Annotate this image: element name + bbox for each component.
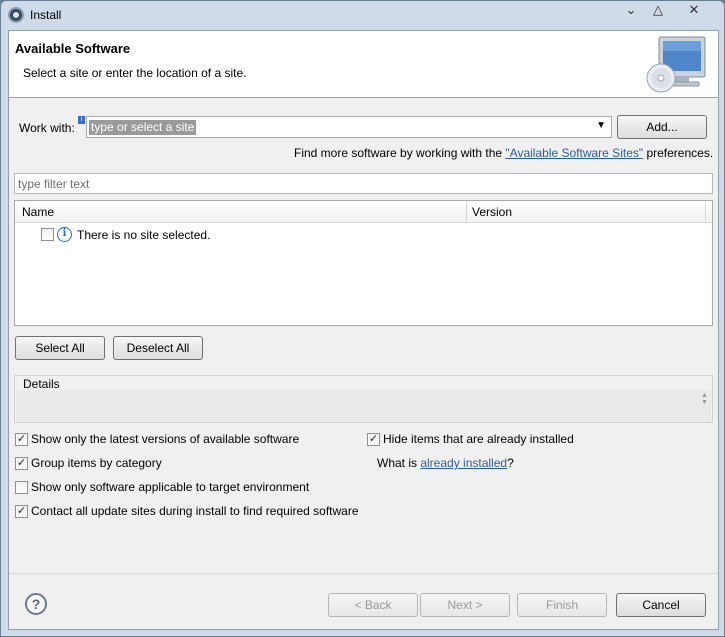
show-latest-label[interactable]: Show only the latest versions of availab… (31, 432, 299, 446)
column-version[interactable]: Version (472, 205, 512, 219)
contact-sites-checkbox[interactable]: ✓ (15, 505, 28, 518)
table-header: Name Version (15, 201, 712, 223)
applicable-only-checkbox[interactable] (15, 481, 28, 494)
hide-installed-checkbox[interactable]: ✓ (367, 433, 380, 446)
page-title: Available Software (15, 41, 131, 56)
row-checkbox[interactable] (41, 228, 54, 241)
eclipse-icon (8, 7, 24, 23)
info-icon: i (57, 227, 72, 242)
window-title: Install (30, 8, 62, 22)
available-software-sites-link[interactable]: "Available Software Sites" (505, 146, 643, 160)
back-button[interactable]: < Back (328, 593, 418, 617)
what-is-prefix: What is (377, 456, 421, 470)
contact-sites-label[interactable]: Contact all update sites during install … (31, 504, 359, 518)
details-group: ▲ ▼ (14, 375, 713, 423)
find-more-prefix: Find more software by working with the (294, 146, 506, 160)
header-banner: Available Software Select a site or ente… (9, 31, 718, 98)
select-all-button[interactable]: Select All (15, 336, 105, 360)
details-text-area[interactable] (16, 390, 711, 422)
details-scroll-icon[interactable]: ▲ ▼ (701, 392, 709, 408)
column-divider (705, 201, 706, 223)
monitor-cd-icon (646, 36, 706, 93)
find-more-text: Find more software by working with the "… (294, 146, 713, 160)
install-window: Install ⌄ △ ✕ Available Software Select … (0, 0, 725, 637)
dropdown-arrow-icon[interactable]: ▼ (596, 120, 606, 131)
site-combo-placeholder[interactable]: type or select a site (89, 120, 197, 135)
maximize-button[interactable]: △ (643, 1, 673, 21)
help-icon[interactable]: ? (25, 593, 47, 615)
column-name[interactable]: Name (22, 205, 54, 219)
footer-divider (9, 573, 718, 574)
group-by-category-checkbox[interactable]: ✓ (15, 457, 28, 470)
page-subtitle: Select a site or enter the location of a… (23, 66, 247, 80)
software-table[interactable]: Name Version i There is no site selected… (14, 200, 713, 326)
close-button[interactable]: ✕ (679, 1, 709, 21)
title-bar[interactable]: Install ⌄ △ ✕ (1, 1, 724, 29)
minimize-button[interactable]: ⌄ (616, 1, 646, 21)
finish-button[interactable]: Finish (517, 593, 607, 617)
cancel-button[interactable]: Cancel (616, 593, 706, 617)
details-label: Details (23, 377, 60, 391)
row-name: There is no site selected. (77, 228, 211, 242)
dialog-body: Available Software Select a site or ente… (8, 30, 719, 630)
find-more-suffix: preferences. (643, 146, 714, 160)
what-is-installed-text: What is already installed? (377, 456, 514, 470)
work-with-label: Work with: (19, 121, 75, 135)
what-is-suffix: ? (507, 456, 514, 470)
group-by-category-label[interactable]: Group items by category (31, 456, 162, 470)
info-hint-icon: i (78, 116, 85, 124)
hide-installed-label[interactable]: Hide items that are already installed (383, 432, 574, 446)
filter-input[interactable]: type filter text (14, 173, 713, 194)
show-latest-checkbox[interactable]: ✓ (15, 433, 28, 446)
site-combo[interactable]: type or select a site ▼ (86, 116, 612, 138)
add-site-button[interactable]: Add... (617, 115, 707, 139)
applicable-only-label[interactable]: Show only software applicable to target … (31, 480, 309, 494)
deselect-all-button[interactable]: Deselect All (113, 336, 203, 360)
column-divider (466, 201, 467, 223)
next-button[interactable]: Next > (420, 593, 510, 617)
already-installed-link[interactable]: already installed (420, 456, 507, 470)
